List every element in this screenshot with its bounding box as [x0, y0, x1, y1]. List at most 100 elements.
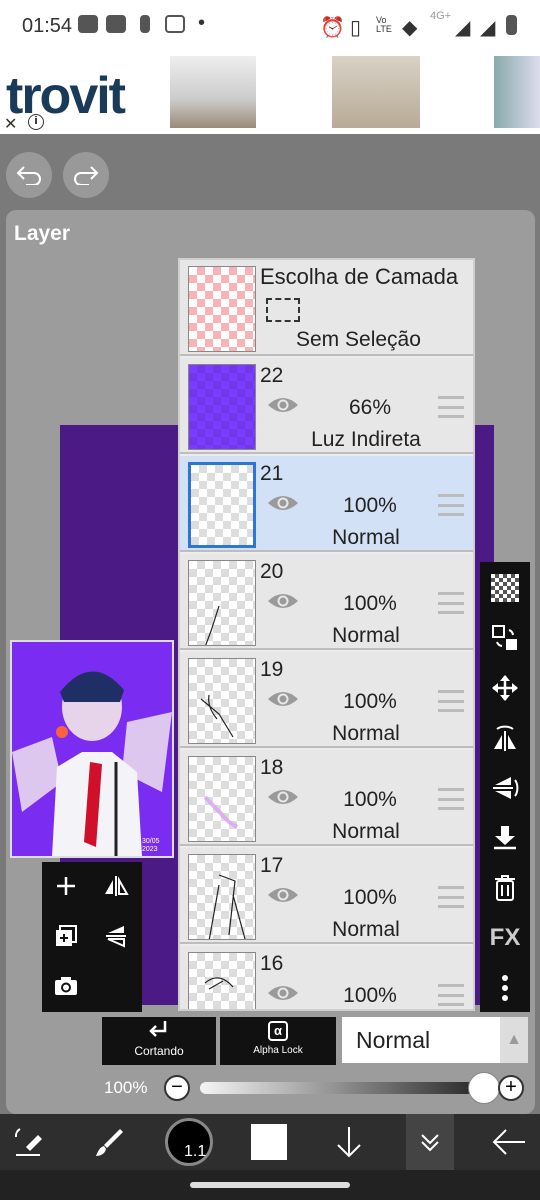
drag-handle-icon[interactable]	[438, 690, 464, 712]
opacity-slider-thumb[interactable]	[468, 1072, 500, 1104]
visibility-eye-icon[interactable]	[266, 786, 300, 808]
visibility-eye-icon[interactable]	[266, 590, 300, 612]
visibility-eye-icon[interactable]	[266, 688, 300, 710]
drag-handle-icon[interactable]	[438, 984, 464, 1006]
layer-opacity: 66%	[348, 396, 392, 419]
flip-rotate-icon	[494, 725, 516, 751]
home-gesture-handle[interactable]	[190, 1182, 350, 1188]
down-arrow-button[interactable]	[320, 1114, 378, 1170]
drag-handle-icon[interactable]	[438, 592, 464, 614]
right-toolbar: FX	[480, 562, 530, 1012]
layer-left-toolbar	[42, 862, 142, 1012]
layer-transform-button[interactable]	[480, 614, 530, 662]
lock-icon: α	[268, 1021, 288, 1041]
ad-banner[interactable]: trovit ✕ i	[0, 52, 540, 134]
flip-horizontal-icon	[105, 876, 129, 896]
layer-row[interactable]: 21 100% Normal	[180, 456, 473, 552]
transparency-checker-button[interactable]	[480, 564, 530, 612]
add-layer-button[interactable]	[42, 862, 90, 910]
layer-number: 22	[260, 364, 284, 387]
layer-row[interactable]: 16 100%	[180, 946, 473, 1009]
layer-thumbnail	[188, 560, 256, 648]
visibility-eye-icon[interactable]	[266, 884, 300, 906]
layer-opacity: 100%	[343, 788, 397, 811]
visibility-eye-icon[interactable]	[266, 394, 300, 416]
youtube-icon	[78, 15, 98, 39]
volte-icon: Vo LTE	[376, 15, 392, 34]
layer-row[interactable]: 20 100% Normal	[180, 554, 473, 650]
system-nav-bar	[0, 1170, 540, 1200]
flip-vertical-rotate-button[interactable]	[480, 764, 530, 812]
clipping-button[interactable]: Cortando	[102, 1017, 216, 1065]
move-button[interactable]	[480, 664, 530, 712]
selection-dashed-icon	[266, 298, 300, 322]
brush-icon	[96, 1129, 123, 1156]
layer-row[interactable]: 19 100% Normal	[180, 652, 473, 748]
color-button[interactable]	[240, 1114, 298, 1170]
checkerboard-icon	[491, 574, 519, 602]
blend-mode-arrow-icon[interactable]: ▲	[500, 1017, 528, 1063]
layer-number: 20	[260, 560, 284, 583]
opacity-minus-button[interactable]: −	[164, 1075, 190, 1101]
layer-row[interactable]: 17 100% Normal	[180, 848, 473, 944]
status-time: 01:54	[22, 15, 73, 37]
ad-close-icon[interactable]: ✕	[4, 114, 17, 134]
layer-blend-mode: Normal	[332, 918, 400, 941]
layer-thumbnail	[188, 364, 256, 450]
redo-button[interactable]	[63, 152, 109, 198]
arrow-down-icon	[337, 1127, 361, 1158]
opacity-slider[interactable]	[200, 1072, 500, 1104]
more-options-button[interactable]	[480, 964, 530, 1012]
ad-image-1[interactable]	[170, 56, 256, 128]
drag-handle-icon[interactable]	[438, 494, 464, 516]
layer-list[interactable]: Escolha de Camada Sem Seleção 22 66% Luz I…	[178, 258, 475, 1011]
layer-menu-button[interactable]	[406, 1114, 454, 1170]
brush-size-button[interactable]: 1.1	[160, 1114, 218, 1170]
blend-mode-select[interactable]: Normal	[342, 1017, 502, 1063]
redo-icon	[74, 166, 99, 185]
ad-info-icon[interactable]: i	[28, 114, 44, 130]
opacity-value: 100%	[104, 1078, 148, 1097]
brush-size-value: 1.1	[184, 1143, 207, 1160]
opacity-plus-button[interactable]: +	[498, 1075, 524, 1101]
drag-handle-icon[interactable]	[438, 396, 464, 418]
arrow-left-icon	[492, 1129, 525, 1155]
undo-button[interactable]	[6, 152, 52, 198]
flip-vertical-button[interactable]	[92, 912, 140, 960]
brush-tool-button[interactable]	[80, 1114, 138, 1170]
layer-number: 16	[260, 952, 284, 975]
layer-row[interactable]: 18 100% Normal	[180, 750, 473, 846]
visibility-eye-icon[interactable]	[266, 492, 300, 514]
flip-rotate-button[interactable]	[480, 714, 530, 762]
camera-icon	[55, 977, 77, 995]
layer-selection-row[interactable]: Escolha de Camada Sem Seleção	[180, 260, 473, 356]
fx-button[interactable]: FX	[480, 914, 530, 962]
layer-blend-mode: Normal	[332, 722, 400, 745]
layer-opacity: 100%	[343, 984, 397, 1007]
selection-status: Sem Seleção	[296, 328, 421, 351]
ad-image-2[interactable]	[332, 56, 420, 128]
alpha-lock-button[interactable]: α Alpha Lock	[220, 1017, 336, 1065]
clipping-icon	[149, 1021, 167, 1037]
ad-image-3[interactable]	[494, 56, 540, 128]
layer-row[interactable]: 22 66% Luz Indireta	[180, 358, 473, 454]
opacity-row: 100% − +	[100, 1070, 530, 1106]
back-button[interactable]	[478, 1114, 540, 1170]
vibrate-icon: ▯	[350, 17, 362, 39]
flip-horizontal-button[interactable]	[92, 862, 140, 910]
drag-handle-icon[interactable]	[438, 788, 464, 810]
plus-icon	[57, 877, 75, 895]
canvas-preview-thumbnail[interactable]: 30/05 2023	[10, 640, 174, 858]
drag-handle-icon[interactable]	[438, 886, 464, 908]
duplicate-icon	[56, 925, 77, 946]
duplicate-layer-button[interactable]	[42, 912, 90, 960]
layer-blend-mode: Luz Indireta	[311, 428, 421, 451]
clipping-label: Cortando	[134, 1044, 184, 1058]
merge-down-button[interactable]	[480, 814, 530, 862]
delete-layer-button[interactable]	[480, 864, 530, 912]
tool-switch-button[interactable]	[0, 1114, 58, 1170]
wifi-icon: ◆	[402, 17, 418, 39]
layer-number: 19	[260, 658, 284, 681]
camera-button[interactable]	[42, 962, 90, 1010]
visibility-eye-icon[interactable]	[266, 982, 300, 1004]
